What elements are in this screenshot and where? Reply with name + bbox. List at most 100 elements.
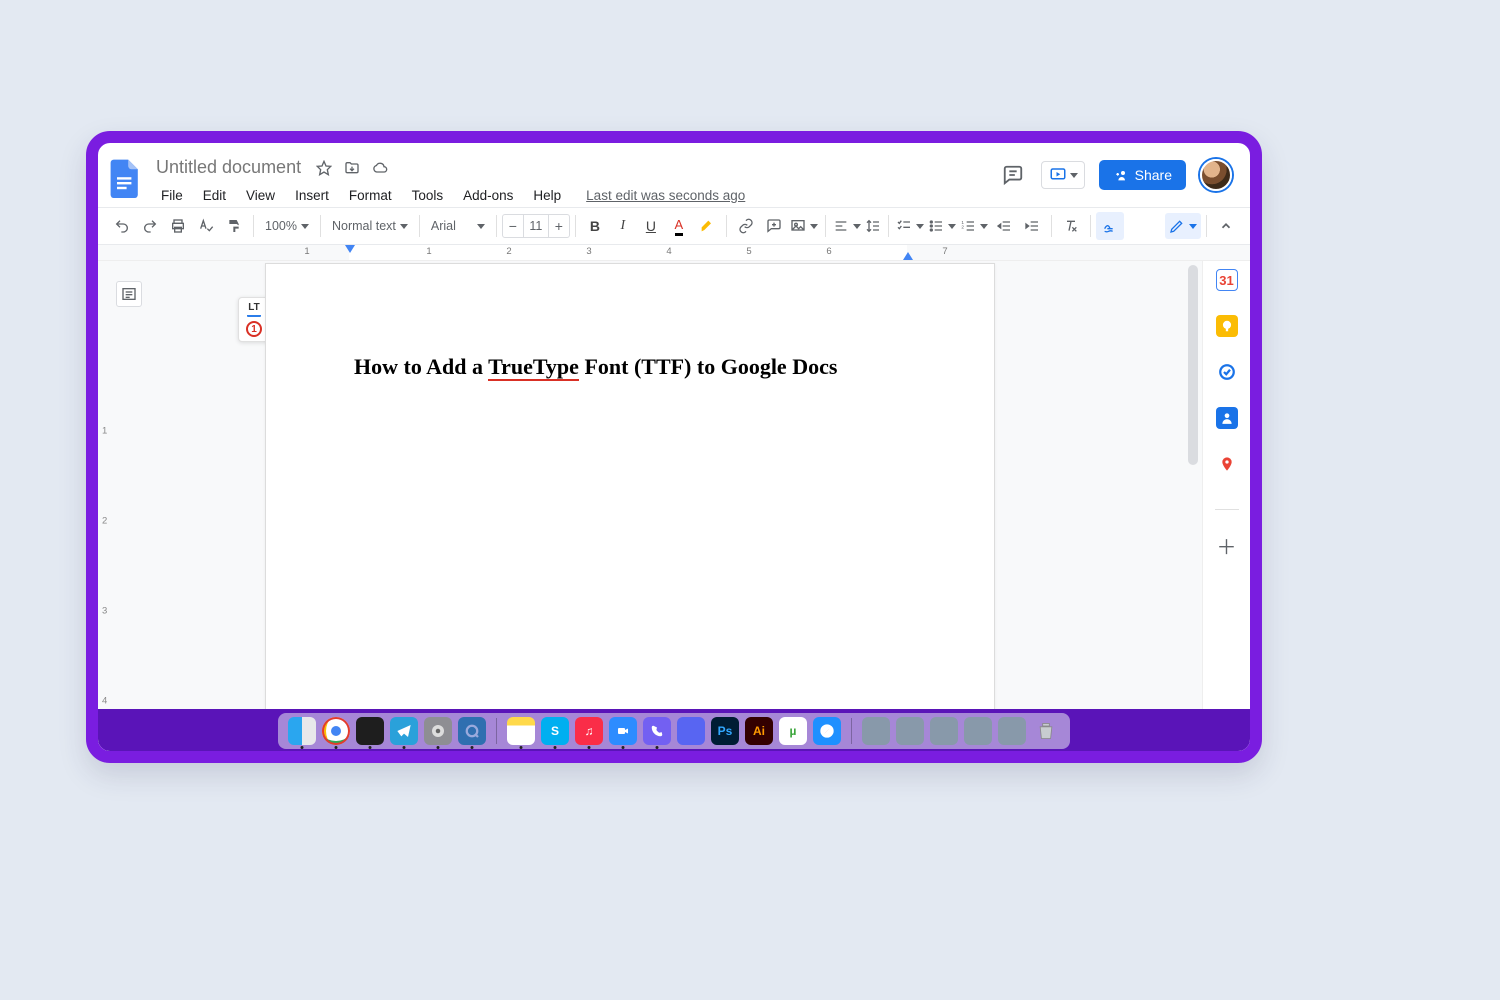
menu-tools[interactable]: Tools [403, 184, 453, 207]
move-folder-icon[interactable] [343, 159, 361, 177]
heading-text: How to Add a [354, 354, 488, 379]
indent-decrease-icon[interactable] [990, 212, 1018, 240]
menu-file[interactable]: File [152, 184, 192, 207]
contacts-icon[interactable] [1216, 407, 1238, 429]
font-size-value[interactable]: 11 [523, 215, 549, 237]
chevron-down-icon [916, 224, 924, 229]
dock-photoshop-icon[interactable]: Ps [711, 717, 739, 745]
maps-icon[interactable] [1216, 453, 1238, 475]
dock-trash-icon[interactable] [1032, 717, 1060, 745]
horizontal-ruler[interactable]: 1 1 2 3 4 5 6 7 [98, 245, 1250, 261]
lt-error-count: 1 [246, 321, 262, 337]
dock-finder-icon[interactable] [288, 717, 316, 745]
insert-image-icon[interactable] [788, 213, 820, 239]
print-icon[interactable] [164, 212, 192, 240]
ruler-right-indent-icon[interactable] [903, 252, 913, 260]
indent-increase-icon[interactable] [1018, 212, 1046, 240]
ruler-mark: 2 [506, 246, 511, 257]
document-page[interactable]: How to Add a TrueType Font (TTF) to Goog… [265, 263, 995, 755]
last-edit-link[interactable]: Last edit was seconds ago [586, 188, 745, 203]
dock-discord-icon[interactable] [677, 717, 705, 745]
dock-minimized-window[interactable] [862, 717, 890, 745]
numbered-list-icon[interactable]: 12 [958, 213, 990, 239]
star-icon[interactable] [315, 159, 333, 177]
heading-text: Font (TTF) to Google Docs [579, 354, 837, 379]
separator [1215, 509, 1239, 510]
menu-help[interactable]: Help [524, 184, 570, 207]
dock-illustrator-icon[interactable]: Ai [745, 717, 773, 745]
underline-icon[interactable]: U [637, 212, 665, 240]
docs-logo-icon[interactable] [106, 153, 144, 203]
chevron-down-icon [948, 224, 956, 229]
paragraph-style-select[interactable]: Normal text [326, 213, 414, 239]
spellcheck-icon[interactable] [192, 212, 220, 240]
dock-music-icon[interactable]: ♫ [575, 717, 603, 745]
editing-mode-select[interactable] [1165, 213, 1201, 239]
font-size-decrease[interactable]: − [503, 215, 523, 237]
dock-zoom-icon[interactable] [609, 717, 637, 745]
font-family-select[interactable]: Arial [425, 213, 491, 239]
dock-viber-icon[interactable] [643, 717, 671, 745]
bold-icon[interactable]: B [581, 212, 609, 240]
align-icon[interactable] [831, 213, 863, 239]
menu-insert[interactable]: Insert [286, 184, 338, 207]
dock-safari-icon[interactable] [813, 717, 841, 745]
dock-notes-icon[interactable] [507, 717, 535, 745]
text-color-icon[interactable]: A [665, 212, 693, 240]
dock-separator [851, 718, 852, 744]
dock-minimized-window[interactable] [998, 717, 1026, 745]
menu-edit[interactable]: Edit [194, 184, 235, 207]
comments-icon[interactable] [999, 161, 1027, 189]
undo-icon[interactable] [108, 212, 136, 240]
italic-icon[interactable]: I [609, 212, 637, 240]
dock-utorrent-icon[interactable]: µ [779, 717, 807, 745]
dock-quicktime-icon[interactable] [458, 717, 486, 745]
tasks-icon[interactable] [1216, 361, 1238, 383]
dock-minimized-window[interactable] [930, 717, 958, 745]
vertical-scrollbar[interactable] [1188, 265, 1198, 465]
dock-minimized-window[interactable] [964, 717, 992, 745]
paint-format-icon[interactable] [220, 212, 248, 240]
outline-toggle-icon[interactable] [116, 281, 142, 307]
menu-view[interactable]: View [237, 184, 284, 207]
collapse-toolbar-icon[interactable] [1212, 212, 1240, 240]
document-heading[interactable]: How to Add a TrueType Font (TTF) to Goog… [354, 354, 906, 380]
chevron-down-icon [1189, 224, 1197, 229]
macos-dock: S ♫ Ps Ai µ [278, 713, 1070, 749]
ruler-left-indent-icon[interactable] [345, 245, 355, 253]
keep-icon[interactable] [1216, 315, 1238, 337]
dock-figma-icon[interactable] [356, 717, 384, 745]
highlight-icon[interactable] [693, 212, 721, 240]
add-addon-icon[interactable]: ＋ [1216, 534, 1238, 556]
dock-settings-icon[interactable] [424, 717, 452, 745]
heading-spellcheck-word: TrueType [488, 354, 579, 381]
dock-chrome-icon[interactable] [322, 717, 350, 745]
dock-separator [496, 718, 497, 744]
bulleted-list-icon[interactable] [926, 213, 958, 239]
insert-link-icon[interactable] [732, 212, 760, 240]
line-spacing-icon[interactable] [863, 213, 883, 239]
calendar-icon[interactable]: 31 [1216, 269, 1238, 291]
menu-format[interactable]: Format [340, 184, 401, 207]
clear-formatting-icon[interactable] [1057, 212, 1085, 240]
menu-addons[interactable]: Add-ons [454, 184, 522, 207]
input-tools-icon[interactable] [1096, 212, 1124, 240]
dock-skype-icon[interactable]: S [541, 717, 569, 745]
vertical-ruler[interactable]: 1 2 3 4 [98, 261, 116, 755]
add-comment-icon[interactable] [760, 212, 788, 240]
document-name[interactable]: Untitled document [152, 155, 305, 180]
redo-icon[interactable] [136, 212, 164, 240]
zoom-select[interactable]: 100% [259, 213, 315, 239]
font-size-increase[interactable]: + [549, 215, 569, 237]
dock-telegram-icon[interactable] [390, 717, 418, 745]
account-avatar[interactable] [1200, 159, 1232, 191]
cloud-status-icon[interactable] [371, 159, 389, 177]
svg-text:2: 2 [961, 225, 964, 230]
share-button[interactable]: Share [1099, 160, 1186, 190]
ruler-mark: 6 [826, 246, 831, 257]
checklist-icon[interactable] [894, 213, 926, 239]
present-button[interactable] [1041, 161, 1085, 189]
chevron-down-icon [301, 224, 309, 229]
font-value: Arial [431, 219, 456, 233]
dock-minimized-window[interactable] [896, 717, 924, 745]
